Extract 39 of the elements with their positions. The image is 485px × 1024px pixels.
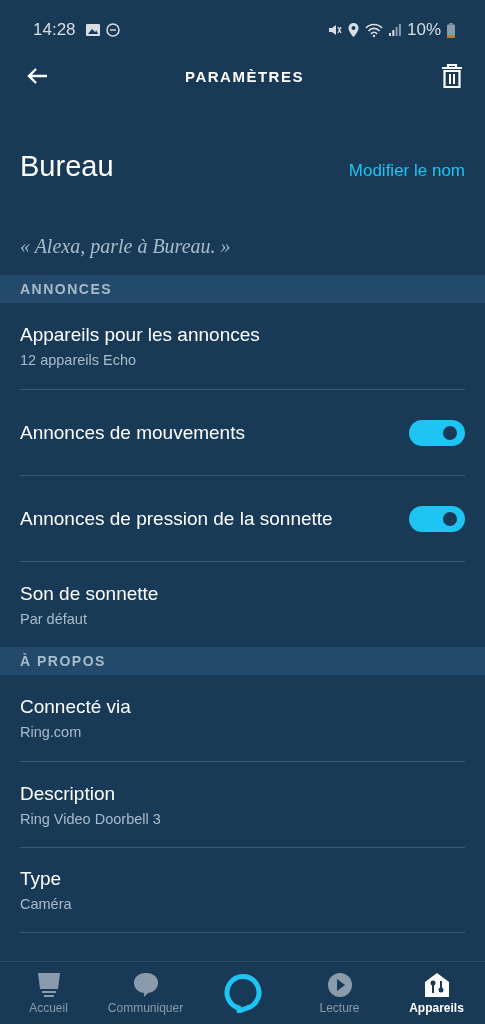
section-header: À PROPOS <box>0 647 485 675</box>
battery-percent: 10% <box>406 20 441 40</box>
wifi-icon <box>364 23 383 37</box>
setting-title[interactable]: Description <box>20 782 161 805</box>
setting-title: Annonces de pression de la sonnette <box>20 507 333 530</box>
image-icon <box>85 24 100 36</box>
invocation-phrase: « Alexa, parle à Bureau. » <box>20 235 232 258</box>
mute-icon <box>327 23 342 37</box>
setting-title: Annonces de mouvements <box>20 421 245 444</box>
section-header: ANNONCES <box>0 275 485 303</box>
toggle-switch[interactable] <box>409 419 465 446</box>
toggle-switch[interactable] <box>409 505 465 532</box>
status-time: 14:28 <box>33 20 76 40</box>
setting-title[interactable]: Connecté via <box>20 696 131 718</box>
delete-button[interactable] <box>439 61 465 91</box>
setting-title[interactable]: Son de sonnette <box>20 582 159 605</box>
rename-link[interactable]: Modifier le nom <box>348 161 465 181</box>
location-icon <box>347 23 359 37</box>
device-name: Bureau <box>20 150 114 183</box>
nav-tab[interactable]: Communiquer <box>97 962 194 1024</box>
screen-title: PARAMÈTRES <box>185 67 304 85</box>
setting-value: Caméra <box>20 896 72 912</box>
setting-title[interactable]: Type <box>20 868 72 890</box>
nav-tab[interactable]: Lecture <box>291 962 388 1024</box>
setting-value: Par défaut <box>20 610 88 627</box>
setting-value: 12 appareils Echo <box>20 352 138 368</box>
do-not-disturb-icon <box>105 23 120 37</box>
setting-value: Ring Video Doorbell 3 <box>20 810 161 827</box>
setting-title[interactable]: Appareils pour les annonces <box>20 324 260 346</box>
alexa-ring-icon <box>222 973 263 1013</box>
signal-icon <box>388 24 401 36</box>
speech-bubble-icon <box>133 971 158 998</box>
house-icon <box>423 971 450 998</box>
display-icon <box>36 971 61 998</box>
battery-icon <box>447 22 455 38</box>
setting-value: Ring.com <box>20 724 83 740</box>
play-icon <box>326 971 353 998</box>
nav-tab[interactable]: Accueil <box>0 962 97 1024</box>
nav-tab[interactable]: Appareils <box>388 962 485 1024</box>
